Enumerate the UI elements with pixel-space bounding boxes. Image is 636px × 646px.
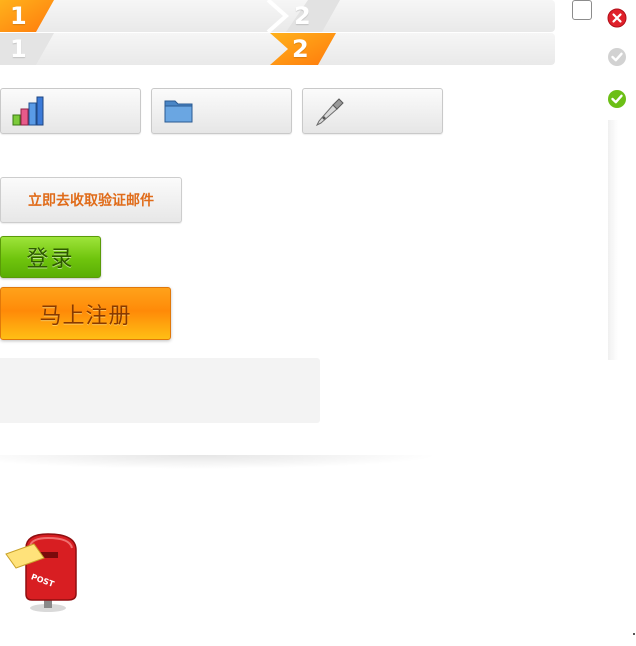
corner-dot: [633, 633, 635, 635]
step-bar-1: 1 2: [0, 0, 555, 32]
chart-tool-button[interactable]: [0, 88, 141, 134]
verify-email-button[interactable]: 立即去收取验证邮件: [0, 177, 182, 223]
login-button[interactable]: 登录: [0, 236, 101, 278]
check-grey-icon: [608, 48, 626, 66]
checkbox[interactable]: [572, 0, 592, 20]
right-shadow: [608, 120, 618, 360]
postbox-icon: POST: [5, 533, 77, 612]
folder-icon: [164, 100, 193, 123]
folder-tool-button[interactable]: [151, 88, 292, 134]
step-1-inactive-shape: [0, 33, 54, 65]
step-1-number: 1: [10, 35, 27, 63]
pen-icon: [315, 98, 344, 127]
error-icon: [607, 8, 627, 28]
step-2-number: 2: [292, 35, 309, 63]
step-bar-2: 1 2: [0, 33, 555, 65]
check-green-icon: [608, 90, 626, 108]
pen-tool-button[interactable]: [302, 88, 443, 134]
step-1-active-shape: [0, 0, 54, 32]
register-button[interactable]: 马上注册: [0, 287, 171, 340]
step-1-number: 1: [10, 2, 27, 30]
bar-chart-icon: [12, 96, 44, 126]
step-2-number: 2: [294, 2, 311, 30]
grey-panel: [0, 358, 320, 423]
shadow-divider: [0, 455, 440, 469]
